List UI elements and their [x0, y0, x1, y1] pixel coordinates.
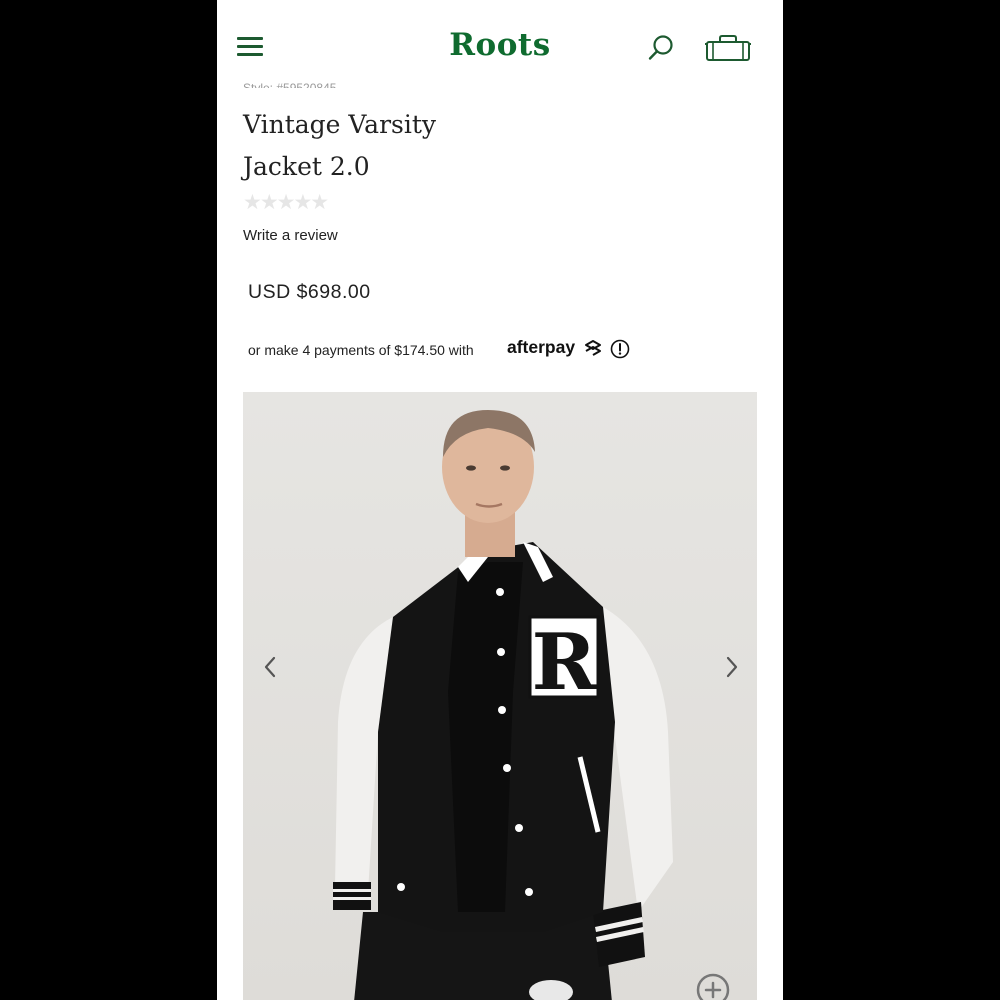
product-image-gallery[interactable]: R	[243, 392, 757, 1000]
write-review-link[interactable]: Write a review	[243, 227, 338, 244]
product-title-line2: Jacket 2.0	[243, 152, 370, 181]
jacket-letter: R	[532, 617, 598, 708]
product-price: USD $698.00	[248, 281, 371, 303]
chevron-right-icon[interactable]	[722, 654, 742, 680]
product-title-line1: Vintage Varsity	[243, 110, 437, 139]
product-photo: R	[333, 410, 673, 1000]
shopping-bag-icon[interactable]	[704, 33, 752, 63]
afterpay-arrows-icon	[585, 340, 601, 356]
zoom-plus-icon[interactable]	[695, 972, 731, 1000]
product-title: Vintage Varsity Jacket 2.0	[243, 104, 543, 188]
search-icon[interactable]	[647, 34, 675, 62]
info-circle-icon[interactable]	[610, 339, 630, 359]
brand-logo[interactable]: Roots	[217, 27, 783, 63]
afterpay-installments-text: or make 4 payments of $174.50 with	[248, 342, 474, 358]
product-page: Roots Style: #59520845 Vintage Varsity J…	[217, 0, 783, 1000]
chevron-left-icon[interactable]	[260, 654, 280, 680]
style-number: Style: #59520845	[243, 81, 337, 88]
afterpay-logo[interactable]: afterpay	[507, 337, 575, 358]
rating-stars: ★★★★★	[243, 191, 329, 214]
